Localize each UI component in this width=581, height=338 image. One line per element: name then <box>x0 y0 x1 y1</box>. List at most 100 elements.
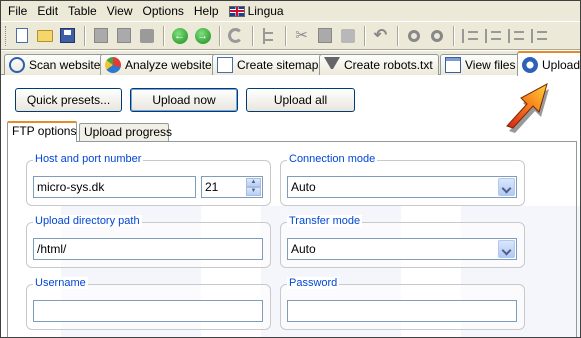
sort-rows-icon <box>530 28 547 43</box>
tab-create-robots[interactable]: Create robots.txt <box>319 54 439 75</box>
app-window: File Edit Table View Options Help Lingua… <box>0 0 581 338</box>
menu-lingua-label: Lingua <box>247 4 284 18</box>
port-stepper[interactable]: 21 ▲ ▼ <box>201 176 263 198</box>
undo-button[interactable]: ↶ <box>370 25 391 47</box>
tab-analyze-website[interactable]: Analyze website <box>100 54 218 75</box>
tab-label: View files <box>465 58 516 72</box>
toolbar-separator <box>364 25 366 46</box>
toolbar-grip[interactable] <box>5 25 8 46</box>
refresh-icon <box>228 28 243 43</box>
delete-rows-button[interactable] <box>482 25 503 47</box>
open-folder-icon <box>36 29 53 42</box>
undo-icon: ↶ <box>373 26 388 44</box>
username-input[interactable] <box>33 300 263 322</box>
upload-all-button[interactable]: Upload all <box>246 88 355 112</box>
transfer-mode-select[interactable]: Auto <box>287 238 517 260</box>
tab-upload[interactable]: Upload <box>517 51 581 76</box>
menu-help[interactable]: Help <box>189 2 224 20</box>
back-arrow-icon: ← <box>171 27 188 44</box>
menu-lingua[interactable]: Lingua <box>224 2 289 20</box>
upload-globe-icon <box>522 56 538 73</box>
insert-rows-button[interactable] <box>459 25 480 47</box>
paste-project-button[interactable] <box>113 25 134 47</box>
paste-button[interactable] <box>337 25 358 47</box>
analyze-pie-icon <box>105 57 121 73</box>
toolbar-separator <box>163 25 165 46</box>
new-button[interactable] <box>11 25 32 47</box>
copy-project-button[interactable] <box>90 25 111 47</box>
copy-icon <box>93 28 108 43</box>
toolbar-separator <box>453 25 455 46</box>
back-button[interactable]: ← <box>169 25 190 47</box>
password-label: Password <box>287 277 340 289</box>
tab-upload-progress[interactable]: Upload progress <box>79 123 172 141</box>
chevron-down-icon[interactable] <box>498 178 515 196</box>
save-button[interactable] <box>57 25 78 47</box>
view-files-icon <box>445 57 461 73</box>
refresh-button[interactable] <box>225 25 246 47</box>
menu-options[interactable]: Options <box>138 2 189 20</box>
spin-up-icon[interactable]: ▲ <box>246 178 261 187</box>
save-disk-icon <box>60 28 75 43</box>
spin-down-icon[interactable]: ▼ <box>246 187 261 196</box>
copy-button[interactable] <box>314 25 335 47</box>
toolbar-separator <box>285 25 287 46</box>
toolbar-separator <box>219 25 221 46</box>
replace-button[interactable] <box>426 25 447 47</box>
menu-table[interactable]: Table <box>63 2 102 20</box>
magnifier-icon <box>407 29 420 42</box>
tab-label: Create robots.txt <box>344 58 433 72</box>
clipboard-icon <box>340 28 355 43</box>
tab-create-sitemap[interactable]: Create sitemap <box>212 54 325 75</box>
toolbar-separator <box>84 25 86 46</box>
tab-label: Upload <box>542 57 581 72</box>
forward-arrow-icon: → <box>194 27 211 44</box>
new-document-icon <box>15 28 28 43</box>
tab-view-files[interactable]: View files <box>440 54 522 75</box>
menu-file[interactable]: File <box>3 2 32 20</box>
port-spin-buttons: ▲ ▼ <box>246 178 261 196</box>
password-input[interactable] <box>287 300 517 322</box>
host-input[interactable]: micro-sys.dk <box>33 176 196 198</box>
tab-label: Scan website <box>29 58 101 72</box>
username-label: Username <box>33 277 88 289</box>
move-rows-icon <box>507 28 524 43</box>
transfer-mode-label: Transfer mode <box>287 215 363 227</box>
menu-edit[interactable]: Edit <box>32 2 63 20</box>
scan-icon <box>9 57 25 73</box>
connection-mode-select[interactable]: Auto <box>287 176 517 198</box>
upload-directory-input[interactable]: /html/ <box>33 238 263 260</box>
tab-label: Create sitemap <box>237 58 319 72</box>
quick-presets-button[interactable]: Quick presets... <box>15 88 122 112</box>
port-value: 21 <box>205 180 219 194</box>
sitemap-icon <box>217 57 233 73</box>
connection-mode-value: Auto <box>291 180 316 194</box>
upload-directory-label: Upload directory path <box>33 215 142 227</box>
tree-button[interactable] <box>258 25 279 47</box>
tab-ftp-options[interactable]: FTP options <box>7 121 77 142</box>
toolbar: ← → ✂ ↶ <box>1 21 580 50</box>
menu-view[interactable]: View <box>102 2 138 20</box>
tab-scan-website[interactable]: Scan website <box>4 54 107 75</box>
stamp-icon <box>139 28 154 43</box>
lock-button[interactable] <box>136 25 157 47</box>
chevron-down-icon[interactable] <box>498 240 515 258</box>
robots-filter-icon <box>324 57 340 73</box>
copy-docs-icon <box>317 28 332 43</box>
cut-button[interactable]: ✂ <box>291 25 312 47</box>
find-button[interactable] <box>403 25 424 47</box>
host-port-label: Host and port number <box>33 153 144 165</box>
upload-now-button[interactable]: Upload now <box>130 88 238 112</box>
delete-rows-icon <box>484 28 501 43</box>
main-tabs: Scan website Analyze website Create site… <box>1 51 581 76</box>
sort-rows-button[interactable] <box>528 25 549 47</box>
uk-flag-icon <box>228 5 245 17</box>
forward-button[interactable]: → <box>192 25 213 47</box>
connection-mode-label: Connection mode <box>287 153 378 165</box>
upload-arrow-icon <box>506 82 549 133</box>
open-button[interactable] <box>34 25 55 47</box>
insert-rows-icon <box>461 28 478 43</box>
move-rows-button[interactable] <box>505 25 526 47</box>
menu-bar: File Edit Table View Options Help Lingua <box>1 1 580 21</box>
tab-label: Analyze website <box>125 58 212 72</box>
